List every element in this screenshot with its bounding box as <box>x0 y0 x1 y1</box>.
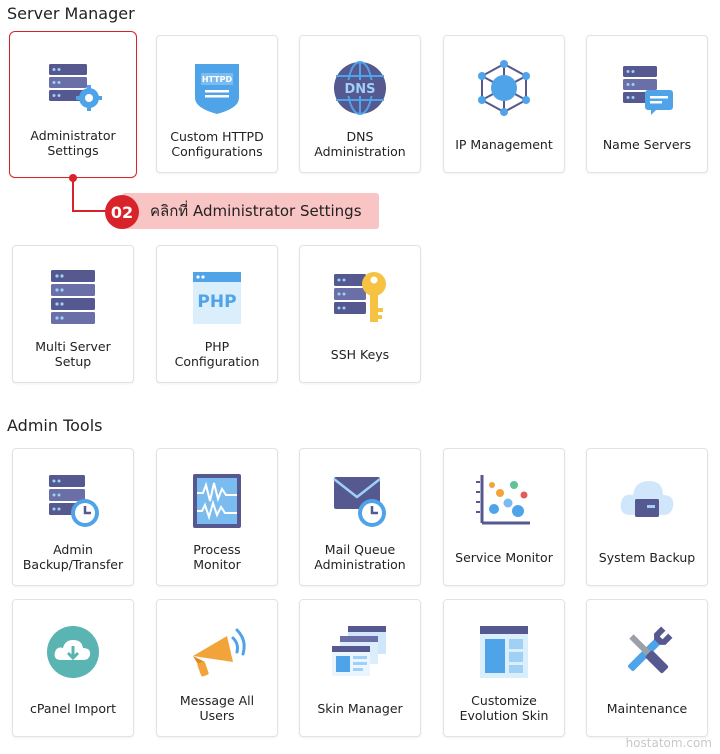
section-title-server-manager: Server Manager <box>7 4 135 23</box>
card-customize-evolution-skin[interactable]: Customize Evolution Skin <box>443 599 565 737</box>
administrator-settings-icon <box>43 54 103 114</box>
card-maintenance[interactable]: Maintenance <box>586 599 708 737</box>
mail-queue-icon <box>330 471 390 531</box>
callout-text: คลิกที่ Administrator Settings <box>150 202 362 220</box>
watermark: hostatom.com <box>625 736 712 750</box>
card-admin-backup-transfer[interactable]: Admin Backup/Transfer <box>12 448 134 586</box>
card-message-all-users[interactable]: Message All Users <box>156 599 278 737</box>
card-label: Process Monitor <box>193 542 241 572</box>
card-label: cPanel Import <box>29 700 117 716</box>
backup-transfer-icon <box>43 471 103 531</box>
svg-text:PHP: PHP <box>197 292 236 312</box>
card-label: Message All Users <box>179 693 255 723</box>
cloud-download-icon <box>43 622 103 682</box>
tools-icon <box>617 622 677 682</box>
megaphone-icon <box>187 622 247 682</box>
card-cpanel-import[interactable]: cPanel Import <box>12 599 134 737</box>
ssh-key-icon <box>330 268 390 328</box>
card-multi-server-setup[interactable]: Multi Server Setup <box>12 245 134 383</box>
multi-server-icon <box>43 268 103 328</box>
card-label: Multi Server Setup <box>35 339 111 369</box>
httpd-icon: HTTPD <box>187 58 247 118</box>
card-ip-management[interactable]: IP Management <box>443 35 565 173</box>
callout-instruction: คลิกที่ Administrator Settings <box>122 193 379 229</box>
callout-connector-vertical <box>72 178 74 212</box>
dns-globe-icon: DNS <box>330 58 390 118</box>
card-label: Customize Evolution Skin <box>459 693 549 723</box>
card-label: Skin Manager <box>317 700 403 716</box>
card-label: Maintenance <box>606 700 688 716</box>
svg-text:DNS: DNS <box>344 82 375 97</box>
cloud-backup-icon <box>617 471 677 531</box>
card-label: Name Servers <box>602 136 692 152</box>
card-label: System Backup <box>598 549 696 565</box>
card-ssh-keys[interactable]: SSH Keys <box>299 245 421 383</box>
callout-step-badge: 02 <box>105 195 139 229</box>
card-administrator-settings[interactable]: Administrator Settings <box>9 31 137 178</box>
skin-manager-icon <box>330 622 390 682</box>
card-dns-administration[interactable]: DNS DNS Administration <box>299 35 421 173</box>
card-service-monitor[interactable]: Service Monitor <box>443 448 565 586</box>
card-process-monitor[interactable]: Process Monitor <box>156 448 278 586</box>
scatter-chart-icon <box>474 471 534 531</box>
network-icon <box>474 58 534 118</box>
card-label: SSH Keys <box>330 346 390 362</box>
process-monitor-icon <box>187 471 247 531</box>
card-php-configuration[interactable]: PHP PHP Configuration <box>156 245 278 383</box>
card-label: Custom HTTPD Configurations <box>170 129 264 159</box>
svg-text:HTTPD: HTTPD <box>202 75 233 84</box>
name-servers-icon <box>617 58 677 118</box>
card-label: DNS Administration <box>314 129 406 159</box>
card-label: Admin Backup/Transfer <box>22 542 124 572</box>
section-title-admin-tools: Admin Tools <box>7 416 103 435</box>
card-custom-httpd[interactable]: HTTPD Custom HTTPD Configurations <box>156 35 278 173</box>
card-label: Service Monitor <box>455 549 553 565</box>
card-name-servers[interactable]: Name Servers <box>586 35 708 173</box>
card-label: PHP Configuration <box>174 339 260 369</box>
php-icon: PHP <box>187 268 247 328</box>
card-skin-manager[interactable]: Skin Manager <box>299 599 421 737</box>
card-label: Mail Queue Administration <box>314 542 406 572</box>
customize-skin-icon <box>474 622 534 682</box>
card-mail-queue[interactable]: Mail Queue Administration <box>299 448 421 586</box>
card-label: Administrator Settings <box>30 128 116 158</box>
card-system-backup[interactable]: System Backup <box>586 448 708 586</box>
card-label: IP Management <box>455 136 553 152</box>
